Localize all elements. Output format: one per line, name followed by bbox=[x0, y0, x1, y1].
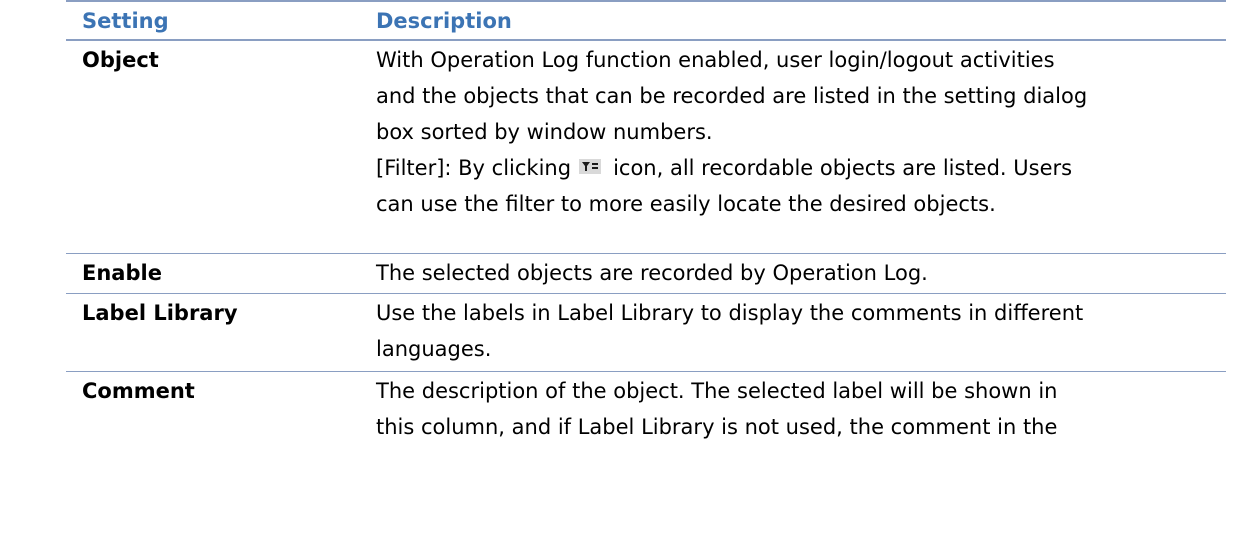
table-row-comment: Comment The description of the object. T… bbox=[66, 372, 1226, 446]
description-line: With Operation Log function enabled, use… bbox=[376, 48, 1055, 72]
description-comment: The description of the object. The selec… bbox=[376, 373, 1226, 445]
filter-line: [Filter]: By clicking icon, all recordab… bbox=[376, 150, 1214, 186]
description-line: The selected objects are recorded by Ope… bbox=[376, 261, 928, 285]
header-setting: Setting bbox=[82, 8, 169, 33]
description-line: this column, and if Label Library is not… bbox=[376, 415, 1058, 439]
description-line: can use the filter to more easily locate… bbox=[376, 192, 996, 216]
description-label-library: Use the labels in Label Library to displ… bbox=[376, 295, 1226, 370]
setting-label-library: Label Library bbox=[82, 301, 238, 325]
header-description: Description bbox=[376, 8, 512, 33]
filter-suffix: icon, all recordable objects are listed.… bbox=[613, 156, 1073, 180]
description-object: With Operation Log function enabled, use… bbox=[376, 42, 1226, 252]
filter-prefix: [Filter]: By clicking bbox=[376, 156, 572, 180]
table-row-label-library: Label Library Use the labels in Label Li… bbox=[66, 294, 1226, 372]
filter-icon bbox=[579, 159, 602, 174]
settings-table: Setting Description Object With Operatio… bbox=[66, 0, 1226, 446]
description-line: and the objects that can be recorded are… bbox=[376, 84, 1088, 108]
description-line: Use the labels in Label Library to displ… bbox=[376, 301, 1084, 325]
setting-object: Object bbox=[82, 48, 159, 72]
setting-comment: Comment bbox=[82, 379, 195, 403]
table-row-object: Object With Operation Log function enabl… bbox=[66, 41, 1226, 254]
setting-enable: Enable bbox=[82, 261, 162, 285]
description-enable: The selected objects are recorded by Ope… bbox=[376, 255, 1226, 292]
description-line: box sorted by window numbers. bbox=[376, 120, 713, 144]
table-header-row: Setting Description bbox=[66, 0, 1226, 41]
table-row-enable: Enable The selected objects are recorded… bbox=[66, 254, 1226, 294]
description-line: The description of the object. The selec… bbox=[376, 379, 1058, 403]
description-line: languages. bbox=[376, 337, 492, 361]
